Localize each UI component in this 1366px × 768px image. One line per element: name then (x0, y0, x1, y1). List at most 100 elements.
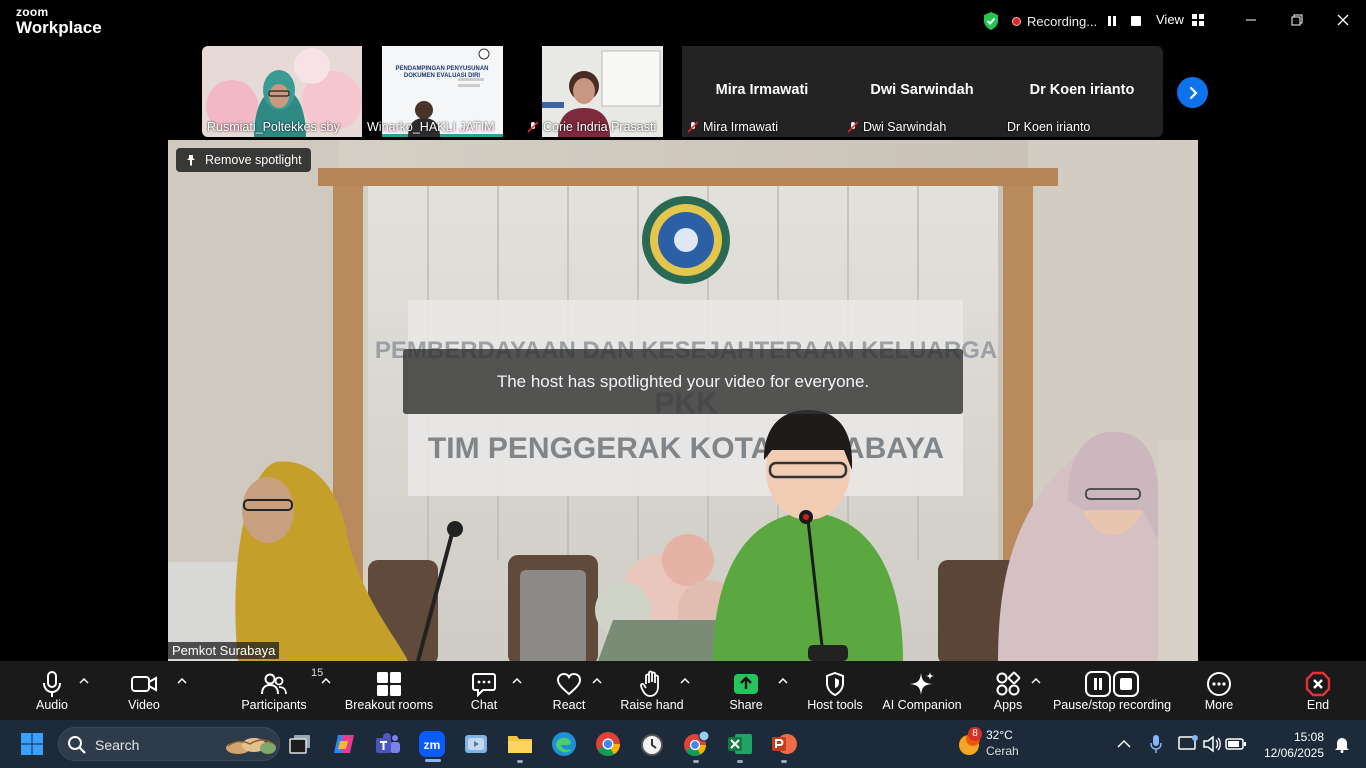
breakout-rooms-button[interactable]: Breakout rooms (344, 661, 434, 720)
pin-icon (187, 155, 195, 166)
share-button[interactable]: Share (726, 661, 766, 720)
media-player-icon (465, 735, 487, 753)
pause-stop-recording-label: Pause/stop recording (1052, 698, 1172, 712)
breakout-rooms-icon (377, 672, 401, 696)
media-player-button[interactable] (460, 728, 492, 760)
stop-recording-icon[interactable] (1127, 12, 1145, 30)
weather-badge: 8 (968, 727, 982, 741)
excel-button[interactable] (724, 728, 756, 760)
speaker-icon (1203, 735, 1221, 753)
chrome-profile-button[interactable] (680, 728, 712, 760)
close-button[interactable] (1331, 10, 1355, 30)
raise-hand-options-caret[interactable] (679, 676, 691, 686)
participants-options-caret[interactable] (320, 676, 332, 686)
react-options-caret[interactable] (591, 676, 603, 686)
powerpoint-button[interactable] (768, 728, 800, 760)
participant-name-text: Corie Indria Prasasti (543, 120, 657, 134)
audio-button[interactable]: Audio (32, 661, 72, 720)
share-label: Share (729, 698, 763, 712)
minimize-button[interactable] (1239, 10, 1263, 30)
restore-button[interactable] (1285, 10, 1309, 30)
audio-label: Audio (36, 698, 68, 712)
chat-button[interactable]: Chat (464, 661, 504, 720)
powerpoint-icon (772, 734, 797, 754)
participant-tile[interactable]: Dr Koen irianto Dr Koen irianto (1002, 46, 1162, 137)
video-label: Video (128, 698, 160, 712)
apps-icon (996, 671, 1021, 696)
participant-tile[interactable]: Dwi Sarwindah Dwi Sarwindah (842, 46, 1002, 137)
logo-line2: Workplace (16, 18, 102, 37)
taskbar-clock[interactable]: 15:08 12/06/2025 (1264, 729, 1324, 761)
participants-button[interactable]: 15 Participants (238, 661, 323, 720)
monitor-icon (1178, 735, 1198, 750)
muted-mic-icon (527, 121, 539, 133)
host-tools-button[interactable]: Host tools (805, 661, 865, 720)
taskbar-search[interactable]: Search (58, 727, 280, 761)
microphone-tray-icon (1150, 735, 1162, 753)
meeting-toolbar: Audio Video 15 Participants Breakout roo… (0, 661, 1366, 720)
participant-name: Dr Koen irianto (1007, 120, 1091, 134)
breakout-rooms-label: Breakout rooms (344, 698, 434, 712)
svg-text:zm: zm (424, 738, 441, 752)
participants-label: Participants (241, 698, 307, 712)
zoom-meeting-window: zoom Workplace Recording... View Rusmiat… (0, 0, 1366, 768)
copilot-button[interactable] (328, 728, 360, 760)
share-options-caret[interactable] (777, 676, 789, 686)
task-view-button[interactable] (284, 728, 316, 760)
view-button[interactable]: View (1156, 12, 1204, 27)
close-icon (1337, 14, 1349, 26)
chat-icon (472, 673, 496, 697)
clock-app-button[interactable] (636, 728, 668, 760)
teams-button[interactable] (372, 728, 404, 760)
remove-spotlight-button[interactable]: Remove spotlight (176, 148, 311, 172)
chevron-up-icon (592, 678, 602, 684)
video-options-caret[interactable] (176, 676, 188, 686)
chat-options-caret[interactable] (511, 676, 523, 686)
chevron-up-icon (1031, 678, 1041, 684)
end-meeting-icon (1305, 671, 1331, 697)
participant-name: Dwi Sarwindah (847, 120, 946, 134)
participant-tile[interactable]: Rusmiati_Poltekkes sby (202, 46, 362, 137)
clock-date: 12/06/2025 (1263, 746, 1324, 760)
hidden-icons-button[interactable] (1108, 728, 1140, 760)
participant-tile[interactable]: PENDAMPINGAN PENYUSUNAN DOKUMEN EVALUASI… (362, 46, 522, 137)
more-button[interactable]: More (1198, 661, 1240, 720)
participants-icon (261, 673, 287, 695)
audio-options-caret[interactable] (78, 676, 90, 686)
notifications-button[interactable] (1326, 728, 1358, 760)
restore-icon (1291, 14, 1303, 26)
raise-hand-button[interactable]: Raise hand (620, 661, 684, 720)
pause-stop-recording-button[interactable]: Pause/stop recording (1053, 661, 1171, 720)
zoom-taskbar-button[interactable]: zm (416, 728, 448, 760)
raise-hand-label: Raise hand (620, 698, 684, 712)
spotlight-notification: The host has spotlighted your video for … (403, 349, 963, 414)
encryption-shield-icon[interactable] (982, 11, 1000, 31)
pause-recording-icon[interactable] (1103, 12, 1121, 30)
participant-tile[interactable]: Mira Irmawati Mira Irmawati (682, 46, 842, 137)
chat-label: Chat (470, 698, 498, 712)
chevron-up-icon (512, 678, 522, 684)
file-explorer-button[interactable] (504, 728, 536, 760)
video-button[interactable]: Video (124, 661, 164, 720)
participant-tile[interactable]: Corie Indria Prasasti (522, 46, 682, 137)
temperature: 32°C (986, 728, 1013, 742)
muted-mic-icon (687, 121, 699, 133)
microphone-tray-button[interactable] (1140, 728, 1172, 760)
running-app-indicator (693, 760, 699, 763)
edge-button[interactable] (548, 728, 580, 760)
chrome-button[interactable] (592, 728, 624, 760)
chevron-up-icon (778, 678, 788, 684)
start-button[interactable] (16, 728, 48, 760)
chevron-up-icon (79, 678, 89, 684)
participant-name-text: Mira Irmawati (703, 120, 779, 134)
react-button[interactable]: React (548, 661, 590, 720)
next-page-button[interactable] (1177, 77, 1208, 108)
apps-button[interactable]: Apps (988, 661, 1028, 720)
alarm-clock-icon (641, 734, 663, 756)
end-meeting-button[interactable]: End (1298, 661, 1338, 720)
search-placeholder: Search (95, 737, 140, 753)
chevron-up-icon (321, 678, 331, 684)
ai-companion-button[interactable]: AI Companion (880, 661, 964, 720)
apps-options-caret[interactable] (1030, 676, 1042, 686)
battery-button[interactable] (1220, 728, 1252, 760)
